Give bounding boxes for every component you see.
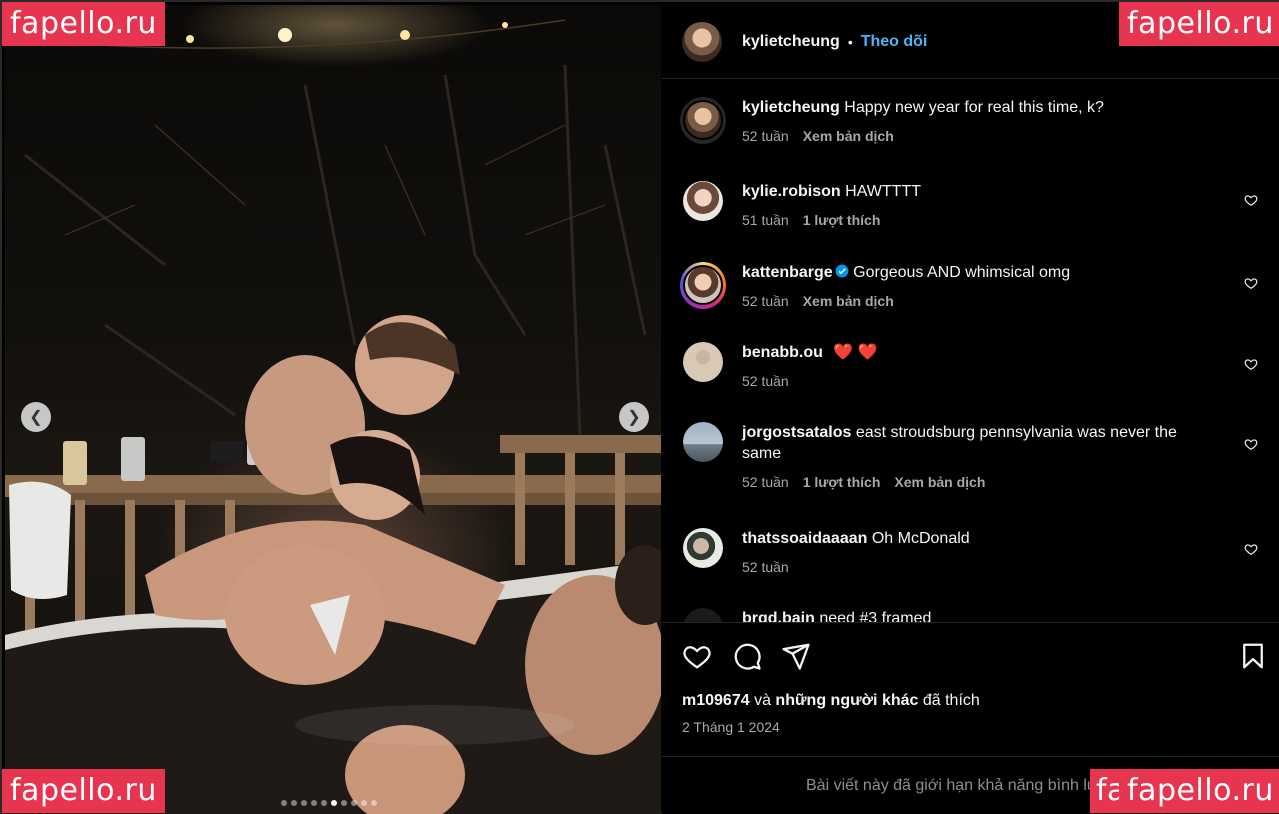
comment-time[interactable]: 52 tuần — [742, 373, 789, 389]
bookmark-icon[interactable] — [1238, 641, 1268, 671]
liked-by-others[interactable]: những người khác — [775, 692, 918, 709]
comment-item: kattenbarge Gorgeous AND whimsical omg 5… — [680, 262, 1270, 309]
carousel-dot — [371, 800, 377, 806]
comment-time[interactable]: 52 tuần — [742, 559, 789, 575]
watermark-top-right: fapello.ru — [1119, 2, 1279, 46]
comment-likes[interactable]: 1 lượt thích — [803, 212, 881, 228]
caption-username[interactable]: kylietcheung — [742, 99, 840, 116]
comments-list[interactable]: kylietcheung Happy new year for real thi… — [662, 80, 1279, 622]
carousel-dot — [301, 800, 307, 806]
author-avatar[interactable] — [682, 21, 722, 62]
comment-username[interactable]: brgd.bain — [742, 610, 815, 622]
comment-time[interactable]: 52 tuần — [742, 474, 789, 490]
comment-item: jorgostsatalos east stroudsburg pennsylv… — [680, 422, 1270, 490]
carousel-dot — [321, 800, 327, 806]
comment-text: Oh McDonald — [871, 530, 970, 547]
translate-button[interactable]: Xem bản dịch — [803, 128, 894, 144]
comment-item: brgd.bain need #3 framed — [680, 608, 1270, 622]
share-icon[interactable] — [781, 641, 811, 671]
verified-icon — [835, 264, 849, 278]
comment-time[interactable]: 51 tuần — [742, 212, 789, 228]
heart-icon[interactable] — [1244, 542, 1258, 556]
carousel-dot — [291, 800, 297, 806]
comment-likes[interactable]: 1 lượt thích — [803, 474, 881, 490]
comment-avatar[interactable] — [683, 528, 723, 568]
previous-photo-button[interactable]: ❮ — [21, 402, 51, 432]
follow-button[interactable]: Theo dõi — [861, 33, 928, 51]
comment-avatar[interactable] — [683, 181, 723, 221]
translate-button[interactable]: Xem bản dịch — [803, 293, 894, 309]
avatar — [683, 265, 723, 305]
comment-item: benabb.ou ❤️ ❤️ 52 tuần — [680, 342, 1270, 389]
instagram-post-viewer: ❮ ❯ kylietcheung • Theo dõi kylietcheung… — [0, 0, 1279, 814]
comment-username[interactable]: benabb.ou — [742, 344, 823, 361]
header-separator: • — [847, 33, 853, 50]
author-username[interactable]: kylietcheung — [742, 33, 840, 51]
comment-item: kylie.robison HAWTTTT 51 tuần 1 lượt thí… — [680, 181, 1270, 228]
chevron-right-icon: ❯ — [627, 409, 641, 426]
comment-icon[interactable] — [732, 641, 762, 671]
caption-avatar[interactable] — [680, 97, 726, 144]
caption-text: Happy new year for real this time, k? — [844, 99, 1104, 116]
heart-icon[interactable] — [1244, 276, 1258, 290]
like-button[interactable] — [682, 641, 712, 671]
heart-icon[interactable] — [1244, 357, 1258, 371]
post-actions: m109674 và những người khác đã thích 2 T… — [662, 622, 1279, 756]
post-photo[interactable]: ❮ ❯ — [5, 5, 661, 814]
liked-by-connector: và — [749, 692, 776, 709]
comment-text: ❤️ ❤️ — [833, 344, 878, 361]
comment-text: Gorgeous AND whimsical omg — [853, 264, 1071, 281]
comment-username[interactable]: thatssoaidaaaan — [742, 530, 867, 547]
comment-username[interactable]: jorgostsatalos — [742, 424, 851, 441]
comment-avatar[interactable] — [683, 608, 723, 622]
heart-icon[interactable] — [1244, 437, 1258, 451]
comment-username[interactable]: kattenbarge — [742, 264, 833, 281]
carousel-dot — [311, 800, 317, 806]
watermark-bottom-right: fapello.ru — [1119, 769, 1279, 813]
likes-summary: m109674 và những người khác đã thích — [682, 692, 980, 710]
footer-text: Bài viết này đã giới hạn khả năng bình l… — [806, 776, 1119, 794]
photo-illustration — [5, 19, 661, 814]
comment-avatar[interactable] — [683, 422, 723, 462]
liked-by-user[interactable]: m109674 — [682, 692, 750, 709]
comment-avatar[interactable] — [683, 342, 723, 382]
comment-time[interactable]: 52 tuần — [742, 293, 789, 309]
carousel-dot — [341, 800, 347, 806]
carousel-indicator — [281, 800, 377, 806]
avatar — [683, 100, 723, 140]
next-photo-button[interactable]: ❯ — [619, 402, 649, 432]
post-details-panel: kylietcheung • Theo dõi kylietcheung Hap… — [662, 5, 1279, 814]
comment-avatar[interactable] — [680, 262, 726, 309]
comment-text: HAWTTTT — [845, 183, 921, 200]
translate-button[interactable]: Xem bản dịch — [894, 474, 985, 490]
comment-item: thatssoaidaaaan Oh McDonald 52 tuần — [680, 528, 1270, 575]
caption: kylietcheung Happy new year for real thi… — [680, 97, 1270, 144]
carousel-dot — [281, 800, 287, 806]
post-date[interactable]: 2 Tháng 1 2024 — [682, 719, 780, 735]
caption-time[interactable]: 52 tuần — [742, 128, 789, 144]
carousel-dot — [351, 800, 357, 806]
watermark-bottom-left: fapello.ru — [2, 769, 165, 813]
watermark-top-left: fapello.ru — [2, 2, 165, 46]
comment-text: need #3 framed — [819, 610, 932, 622]
comment-username[interactable]: kylie.robison — [742, 183, 841, 200]
liked-suffix: đã thích — [918, 692, 980, 709]
carousel-dot — [361, 800, 367, 806]
chevron-left-icon: ❮ — [29, 409, 43, 426]
carousel-dot — [331, 800, 337, 806]
heart-icon[interactable] — [1244, 193, 1258, 207]
